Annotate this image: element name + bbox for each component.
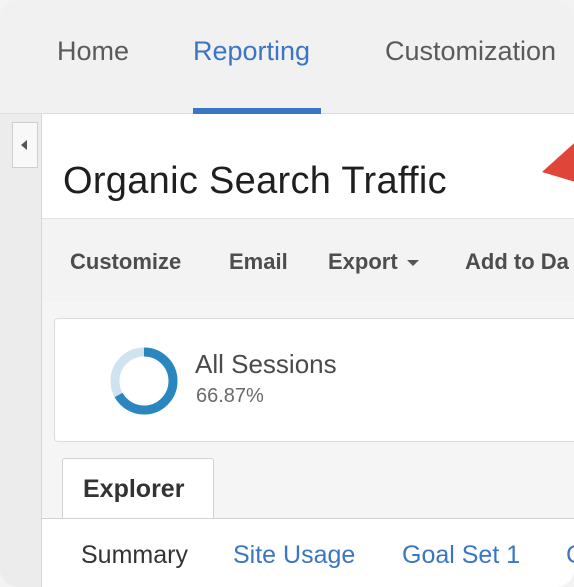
segment-area: All Sessions 66.87% Explorer Summary Sit… (42, 302, 574, 587)
subtab-site-usage[interactable]: Site Usage (233, 541, 355, 570)
subtab-goal-set-1[interactable]: Goal Set 1 (402, 541, 520, 570)
segment-percentage: 66.87% (196, 385, 264, 407)
segment-donut-chart (110, 347, 178, 415)
segment-name: All Sessions (195, 349, 337, 379)
explorer-subtabs: Summary Site Usage Goal Set 1 C (42, 518, 574, 587)
tab-home[interactable]: Home (57, 36, 129, 67)
report-panel: Organic Search Traffic Customize Email E… (42, 114, 574, 587)
subtab-summary[interactable]: Summary (81, 541, 188, 570)
export-label: Export (328, 249, 398, 274)
page-title: Organic Search Traffic (63, 160, 447, 202)
explorer-tab-label: Explorer (83, 475, 185, 503)
red-arrow-icon (542, 143, 574, 182)
tab-customization[interactable]: Customization (385, 36, 556, 67)
email-button[interactable]: Email (229, 249, 288, 275)
subtab-truncated[interactable]: C (566, 541, 574, 570)
tab-explorer[interactable]: Explorer (62, 458, 214, 518)
top-navigation: Home Reporting Customization (0, 0, 574, 114)
tab-reporting[interactable]: Reporting (193, 36, 310, 67)
chevron-left-icon (21, 140, 27, 150)
add-to-dashboard-button[interactable]: Add to Da (465, 249, 569, 275)
segment-card[interactable]: All Sessions 66.87% (54, 318, 574, 442)
report-toolbar: Customize Email Export Add to Da (42, 218, 574, 302)
customize-button[interactable]: Customize (70, 249, 181, 275)
caret-down-icon (406, 260, 419, 267)
sidebar-collapse-button[interactable] (12, 122, 38, 168)
export-button[interactable]: Export (328, 249, 419, 275)
left-sidebar-strip (0, 114, 42, 587)
analytics-window: Home Reporting Customization Organic Sea… (0, 0, 574, 587)
